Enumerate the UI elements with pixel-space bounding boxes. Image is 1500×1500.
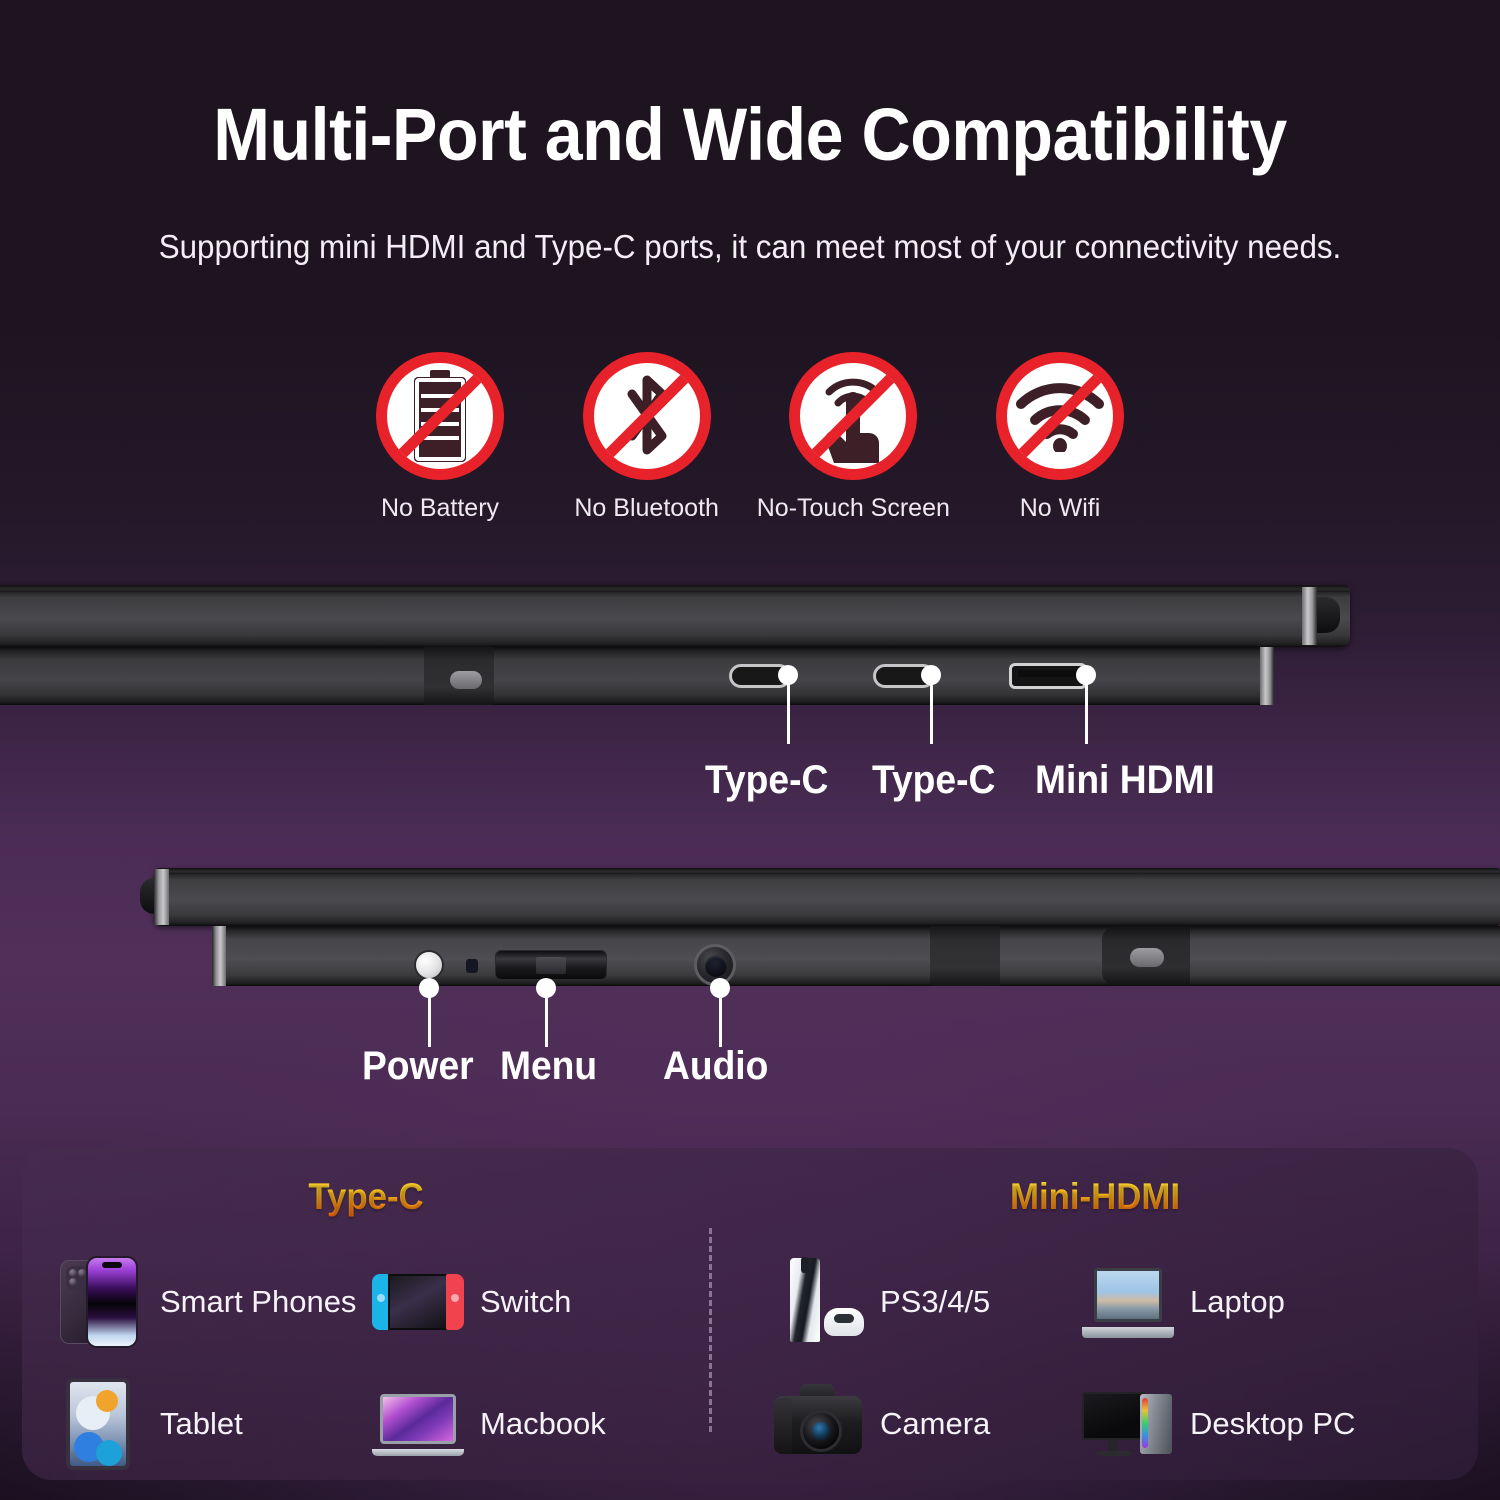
compat-group-title-type-c: Type-C	[43, 1176, 690, 1218]
restriction-label: No Bluetooth	[574, 494, 719, 522]
infographic-canvas: Multi-Port and Wide Compatibility Suppor…	[0, 0, 1500, 1500]
monitor-rear-top-bevel	[0, 585, 1350, 592]
page-subtitle: Supporting mini HDMI and Type-C ports, i…	[158, 228, 1342, 265]
compat-group-mini-hdmi: Mini-HDMI PS3/4/5 Laptop Camera Desktop …	[712, 1148, 1478, 1480]
device-item-playstation: PS3/4/5	[772, 1256, 990, 1348]
monitor-top-edge-view	[0, 585, 1354, 730]
macbook-icon	[372, 1378, 464, 1470]
monitor-kickstand-pill	[450, 671, 482, 689]
monitor-front-end-cap	[1260, 647, 1274, 705]
playstation-icon	[772, 1256, 864, 1348]
callout-label-mini-hdmi: Mini HDMI	[1035, 758, 1215, 802]
device-item-laptop: Laptop	[1082, 1256, 1285, 1348]
power-button	[414, 950, 444, 980]
monitor2-end-cap-left	[154, 869, 169, 925]
monitor-hinge-right	[1314, 597, 1340, 633]
no-touch-screen-icon	[789, 352, 918, 480]
device-item-smart-phones: Smart Phones	[52, 1256, 356, 1348]
callout-label-power: Power	[362, 1044, 474, 1088]
monitor-end-cap-right	[1302, 587, 1317, 645]
callout-line-power	[428, 995, 431, 1047]
restriction-label: No Wifi	[1019, 494, 1101, 522]
laptop-icon	[1082, 1256, 1174, 1348]
device-item-tablet: Tablet	[52, 1378, 243, 1470]
restriction-icon-row: No Battery No Bluetooth No-Touch Screen …	[340, 352, 1160, 523]
restriction-item-no-wifi: No Wifi	[960, 352, 1160, 523]
restriction-label: No Battery	[380, 494, 500, 522]
restriction-item-no-touch-screen: No-Touch Screen	[753, 352, 953, 523]
device-item-camera: Camera	[772, 1378, 990, 1470]
menu-joystick	[495, 950, 607, 980]
compat-group-title-mini-hdmi: Mini-HDMI	[735, 1176, 1455, 1218]
page-title: Multi-Port and Wide Compatibility	[213, 93, 1287, 176]
smartphone-icon	[52, 1256, 144, 1348]
restriction-label: No-Touch Screen	[756, 494, 950, 522]
monitor2-kickstand-pill	[1130, 948, 1164, 967]
device-label: Macbook	[480, 1406, 606, 1441]
monitor2-rear-panel	[154, 868, 1500, 926]
device-label: Switch	[480, 1284, 572, 1319]
monitor-rear-panel	[0, 585, 1350, 647]
restriction-item-no-bluetooth: No Bluetooth	[547, 352, 747, 523]
no-bluetooth-icon	[582, 352, 711, 480]
device-label: Smart Phones	[160, 1284, 357, 1319]
desktop-pc-icon	[1082, 1378, 1174, 1470]
callout-line-audio	[719, 995, 722, 1047]
device-label: PS3/4/5	[880, 1284, 991, 1319]
monitor2-front-panel	[212, 926, 1500, 986]
reset-pinhole	[466, 959, 478, 973]
device-label: Desktop PC	[1190, 1406, 1356, 1441]
device-label: Tablet	[160, 1406, 243, 1441]
device-label: Camera	[880, 1406, 991, 1441]
callout-line-mini-hdmi	[1085, 682, 1088, 744]
monitor2-front-end-cap	[212, 926, 226, 986]
device-item-macbook: Macbook	[372, 1378, 606, 1470]
monitor2-kickstand-notch	[930, 926, 1000, 986]
callout-label-type-c-1: Type-C	[705, 758, 829, 802]
restriction-item-no-battery: No Battery	[340, 352, 540, 523]
callout-label-audio: Audio	[663, 1044, 769, 1088]
monitor2-rear-top-bevel	[154, 868, 1500, 874]
device-item-switch: Switch	[372, 1256, 571, 1348]
compat-group-type-c: Type-C Smart Phones Switch Tablet Macboo…	[22, 1148, 710, 1480]
tablet-icon	[52, 1378, 144, 1470]
compatibility-panel: Type-C Smart Phones Switch Tablet Macboo…	[22, 1148, 1478, 1480]
callout-line-type-c-2	[930, 682, 933, 744]
callout-label-type-c-2: Type-C	[872, 758, 996, 802]
dslr-camera-icon	[772, 1378, 864, 1470]
callout-line-type-c-1	[787, 682, 790, 744]
callout-label-menu: Menu	[500, 1044, 598, 1088]
no-battery-icon	[376, 352, 504, 480]
monitor-bottom-edge-view	[140, 868, 1500, 1013]
device-item-desktop-pc: Desktop PC	[1082, 1378, 1355, 1470]
callout-line-menu	[545, 995, 548, 1047]
device-label: Laptop	[1190, 1284, 1285, 1319]
no-wifi-icon	[995, 352, 1124, 480]
nintendo-switch-icon	[372, 1256, 464, 1348]
